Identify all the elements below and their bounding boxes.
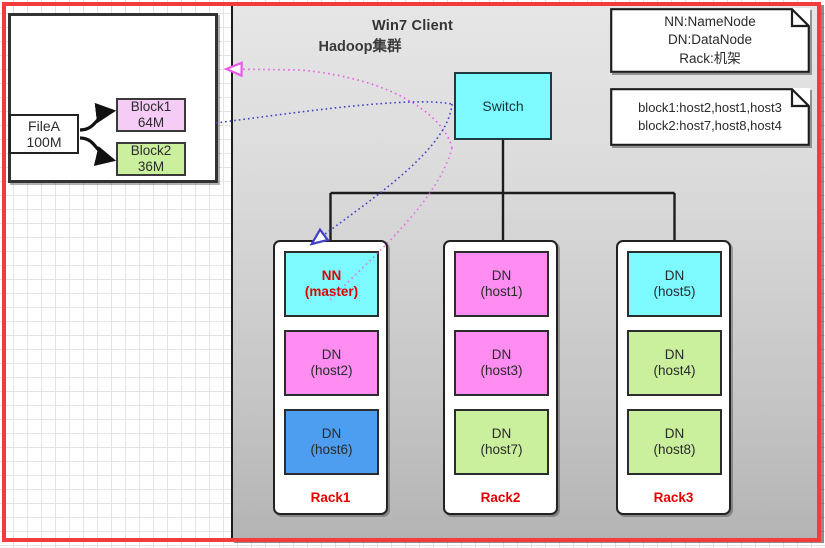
host-role-label: DN: [664, 425, 685, 441]
host-name-label: (host6): [310, 442, 353, 457]
block-placement-note: block1:host2,host1,host3 block2:host7,ho…: [610, 88, 810, 146]
block1-size-label: 64M: [137, 115, 165, 130]
block1-name-label: Block1: [130, 99, 172, 115]
block1-node[interactable]: Block1 64M: [116, 98, 186, 132]
block2-name-label: Block2: [130, 143, 172, 159]
block2-node[interactable]: Block2 36M: [116, 142, 186, 176]
file-size-label: 100M: [26, 134, 62, 150]
host-dn-host8[interactable]: DN (host8): [627, 409, 722, 475]
host-name-label: (host8): [653, 442, 696, 457]
switch-label: Switch: [482, 97, 524, 114]
rack-2-label: Rack2: [480, 490, 521, 505]
legend-line-2: DN:DataNode: [667, 32, 753, 48]
host-name-label: (host3): [480, 363, 523, 378]
host-name-label: (host7): [480, 442, 523, 457]
host-name-label: (master): [304, 284, 359, 299]
host-role-label: DN: [321, 346, 342, 362]
win7-client-panel: [8, 13, 218, 183]
host-dn-host3[interactable]: DN (host3): [454, 330, 549, 396]
rack-1[interactable]: NN (master) DN (host2) DN (host6) Rack1: [273, 240, 388, 515]
host-dn-host7[interactable]: DN (host7): [454, 409, 549, 475]
legend-line-3: Rack:机架: [679, 50, 741, 66]
host-role-label: DN: [664, 346, 685, 362]
host-dn-host1[interactable]: DN (host1): [454, 251, 549, 317]
rack-1-label: Rack1: [310, 490, 351, 505]
rack-3[interactable]: DN (host5) DN (host4) DN (host8) Rack3: [616, 240, 731, 515]
placement-line-2: block2:host7,host8,host4: [638, 118, 782, 133]
file-name-label: FileA: [28, 117, 60, 134]
host-role-label: DN: [491, 425, 512, 441]
rack-3-label: Rack3: [653, 490, 694, 505]
host-dn-host6[interactable]: DN (host6): [284, 409, 379, 475]
file-a-node[interactable]: FileA 100M: [9, 114, 79, 154]
legend-line-1: NN:NameNode: [664, 14, 756, 30]
host-role-label: DN: [491, 267, 512, 283]
block2-size-label: 36M: [137, 159, 165, 174]
host-name-label: (host1): [480, 284, 523, 299]
host-dn-host4[interactable]: DN (host4): [627, 330, 722, 396]
host-role-label: DN: [491, 346, 512, 362]
host-role-label: DN: [321, 425, 342, 441]
host-name-label: (host4): [653, 363, 696, 378]
host-nn-master[interactable]: NN (master): [284, 251, 379, 317]
host-role-label: NN: [321, 267, 342, 283]
placement-line-1: block1:host2,host1,host3: [638, 100, 782, 116]
rack-2[interactable]: DN (host1) DN (host3) DN (host7) Rack2: [443, 240, 558, 515]
legend-note: NN:NameNode DN:DataNode Rack:机架: [610, 8, 810, 73]
switch-node[interactable]: Switch: [454, 72, 552, 140]
host-name-label: (host5): [653, 284, 696, 299]
host-name-label: (host2): [310, 363, 353, 378]
host-dn-host5[interactable]: DN (host5): [627, 251, 722, 317]
host-role-label: DN: [664, 267, 685, 283]
host-dn-host2[interactable]: DN (host2): [284, 330, 379, 396]
hadoop-cluster-title: Hadoop集群: [318, 39, 402, 55]
diagram-canvas: Hadoop集群 Switch NN (master) DN (host2) D…: [0, 0, 825, 548]
